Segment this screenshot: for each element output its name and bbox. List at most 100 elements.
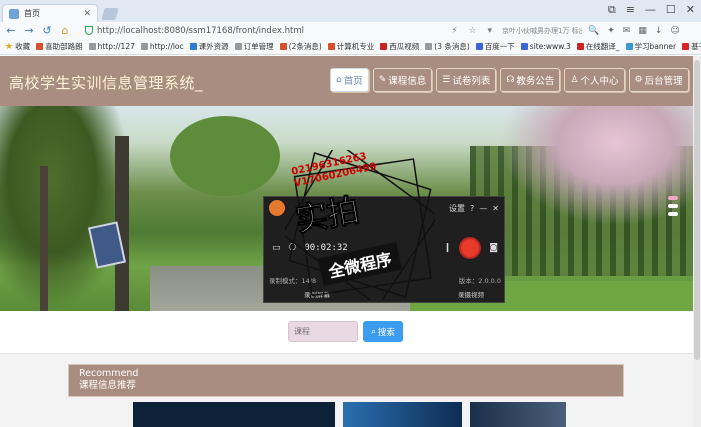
- gamepad-icon[interactable]: ⎔: [289, 243, 297, 253]
- gear-icon: ⚙: [634, 75, 643, 85]
- course-thumbnail[interactable]: [343, 402, 462, 427]
- bookmark-icon: [520, 43, 528, 50]
- security-shield-icon: [85, 26, 93, 35]
- carousel-indicators: [668, 196, 678, 216]
- recommend-section: Recommend 课程信息推荐: [0, 353, 693, 427]
- bookmark-icon: [425, 43, 433, 50]
- bookmark-icon: [140, 43, 148, 50]
- site-title: 高校学生实训信息管理系统_: [9, 74, 204, 92]
- bookmark-item[interactable]: 学习banner: [625, 41, 676, 52]
- help-icon[interactable]: ?: [470, 204, 474, 213]
- bookmark-item[interactable]: (2条消息): [279, 41, 322, 52]
- bookmark-item[interactable]: 计算机专业: [327, 41, 374, 52]
- new-tab-button[interactable]: [101, 8, 119, 20]
- apps-icon[interactable]: ▦: [638, 26, 647, 36]
- bookmark-item[interactable]: (3 条消息): [425, 41, 470, 52]
- recorder-info: 录制模式：14/8 版本：2.0.0.0: [269, 275, 501, 285]
- recorder-actions: 录制屏幕 录摄视频: [304, 289, 484, 299]
- menu-course-info[interactable]: ✎ 课程信息: [372, 68, 433, 92]
- bookmark-icon: [88, 43, 96, 50]
- recorder-settings[interactable]: 设置: [449, 203, 465, 214]
- bookmark-item[interactable]: 基于Spri: [682, 41, 701, 52]
- menu-icon[interactable]: ≡: [626, 3, 635, 17]
- tab-title: 首页: [24, 9, 40, 18]
- mail-icon[interactable]: ✉: [623, 26, 631, 36]
- course-thumbnail[interactable]: [470, 402, 566, 427]
- bookmark-favorites[interactable]: ★ 收藏: [5, 41, 30, 52]
- carousel-dot[interactable]: [668, 204, 678, 208]
- course-thumbnail[interactable]: [133, 402, 335, 427]
- record-video-button[interactable]: 录摄视频: [458, 289, 484, 299]
- bookmark-item[interactable]: 在线翻译_: [576, 41, 620, 52]
- back-icon[interactable]: ←: [5, 24, 17, 37]
- carousel-dot[interactable]: [668, 196, 678, 200]
- search-button[interactable]: ⌕ 搜索: [363, 321, 403, 342]
- forward-icon[interactable]: →: [23, 24, 35, 37]
- maximize-icon[interactable]: ☐: [666, 3, 676, 17]
- bookmark-icon: [36, 43, 44, 50]
- reload-icon[interactable]: ↺: [41, 24, 53, 37]
- minimize-icon[interactable]: —: [645, 3, 656, 17]
- bookmark-item[interactable]: site:www.3: [520, 42, 571, 51]
- download-icon[interactable]: ↓: [655, 26, 663, 36]
- browser-titlebar: 首页 ✕ ⧉ ≡ — ☐ ✕: [0, 0, 701, 22]
- menu-exam-list[interactable]: ☰ 试卷列表: [436, 68, 497, 92]
- record-mode: 录制模式：14/8: [269, 277, 317, 285]
- recorder-logo-icon: [269, 200, 285, 216]
- menu-personal-center[interactable]: ♙ 个人中心: [564, 68, 625, 92]
- bookmark-item[interactable]: 喜助部路朗: [36, 41, 83, 52]
- bookmark-item[interactable]: 课外资源: [189, 41, 229, 52]
- bookmark-item[interactable]: 百度一下: [475, 41, 515, 52]
- url-text: http://localhost:8080/ssm17168/front/ind…: [97, 25, 304, 36]
- search-section: ⌕ 搜索: [0, 311, 693, 353]
- star-icon: ★: [5, 41, 14, 52]
- bookmark-item[interactable]: http://127: [88, 42, 135, 51]
- menu-announcements[interactable]: ☊ 教务公告: [500, 68, 561, 92]
- announcement-icon: ☊: [506, 75, 515, 85]
- address-tools-icons[interactable]: ⚡ ☆ ▾: [451, 26, 496, 36]
- search-input[interactable]: [288, 321, 358, 342]
- tab-home[interactable]: 首页 ✕: [2, 4, 98, 22]
- screen-icon[interactable]: ▭: [272, 243, 281, 253]
- recommend-thumbnails: [133, 402, 566, 427]
- tab-close-icon[interactable]: ✕: [83, 9, 91, 19]
- recommend-title-en: Recommend: [79, 368, 139, 379]
- window-controls: ⧉ ≡ — ☐ ✕: [608, 3, 695, 17]
- bookmark-icon: [234, 43, 242, 50]
- restore-icon[interactable]: ⧉: [608, 3, 616, 17]
- emoji-icon[interactable]: ☺: [670, 26, 679, 36]
- bookmark-item[interactable]: http://loc: [140, 42, 184, 51]
- recorder-version: 版本：2.0.0.0: [458, 277, 501, 285]
- bookmark-icon: [682, 43, 690, 50]
- close-icon[interactable]: ✕: [492, 204, 499, 213]
- bookmark-icon: [380, 43, 388, 50]
- bookmark-item[interactable]: 西瓜视频: [380, 41, 419, 52]
- address-bar[interactable]: http://localhost:8080/ssm17168/front/ind…: [81, 23, 496, 38]
- banner-photo-bush: [170, 116, 280, 196]
- minimize-icon[interactable]: —: [479, 204, 487, 213]
- bookmark-item[interactable]: 订单管理: [234, 41, 274, 52]
- pause-icon[interactable]: ❙: [444, 243, 452, 253]
- scrollbar-thumb[interactable]: [694, 60, 700, 360]
- record-button[interactable]: [459, 237, 482, 259]
- user-icon: ♙: [570, 75, 579, 85]
- extension-icon[interactable]: ✦: [607, 26, 615, 36]
- record-screen-button[interactable]: 录制屏幕: [304, 289, 330, 299]
- bookmark-icon: [189, 43, 197, 50]
- recommend-title-cn: 课程信息推荐: [79, 380, 137, 391]
- search-hint-text[interactable]: 京叶小伙喊男办理1万 标出: [502, 26, 582, 36]
- site-header: 高校学生实训信息管理系统_ ⌂ 首页 ✎ 课程信息 ☰ 试卷列表 ☊ 教务公告 ♙ 个人中…: [0, 56, 693, 106]
- search-icon[interactable]: 🔍: [588, 26, 599, 36]
- close-window-icon[interactable]: ✕: [686, 3, 695, 17]
- camera-icon[interactable]: ◙: [489, 243, 498, 253]
- carousel-dot[interactable]: [668, 212, 678, 216]
- record-timer: 00:02:32: [304, 243, 348, 253]
- menu-admin[interactable]: ⚙ 后台管理: [628, 68, 689, 92]
- bookmark-icon: [327, 43, 335, 50]
- menu-home[interactable]: ⌂ 首页: [330, 68, 369, 92]
- banner-photo-tree: [0, 106, 130, 311]
- favicon-icon: [9, 8, 19, 19]
- bookmark-icon: [625, 43, 633, 50]
- home-icon[interactable]: ⌂: [59, 24, 71, 37]
- banner-photo-trunk: [40, 166, 48, 311]
